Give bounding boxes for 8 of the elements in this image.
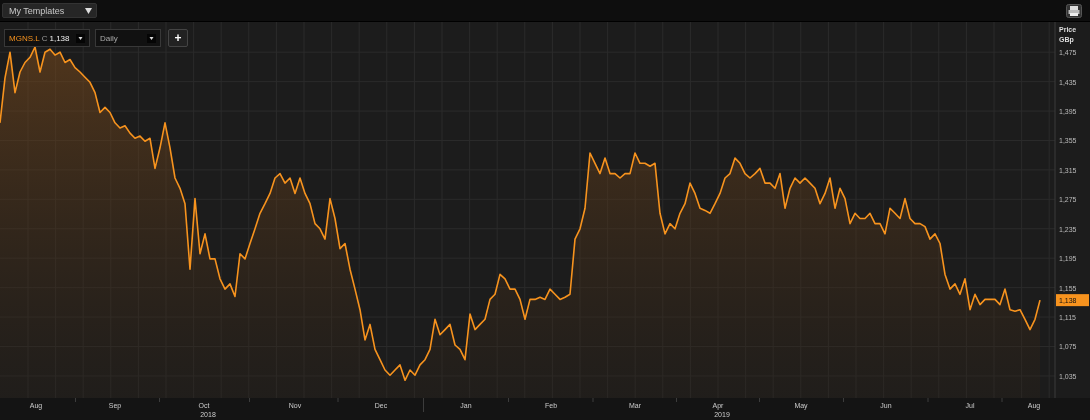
instrument-dropdown[interactable]: MGNS.L C 1,138 — [4, 29, 90, 47]
print-icon[interactable] — [1066, 3, 1082, 18]
caret-icon — [147, 33, 156, 43]
interval-dropdown[interactable]: Daily — [95, 29, 161, 47]
caret-icon — [76, 33, 85, 43]
add-button[interactable]: + — [168, 29, 188, 47]
caret-icon — [85, 7, 92, 14]
template-dropdown[interactable]: My Templates — [2, 3, 97, 18]
